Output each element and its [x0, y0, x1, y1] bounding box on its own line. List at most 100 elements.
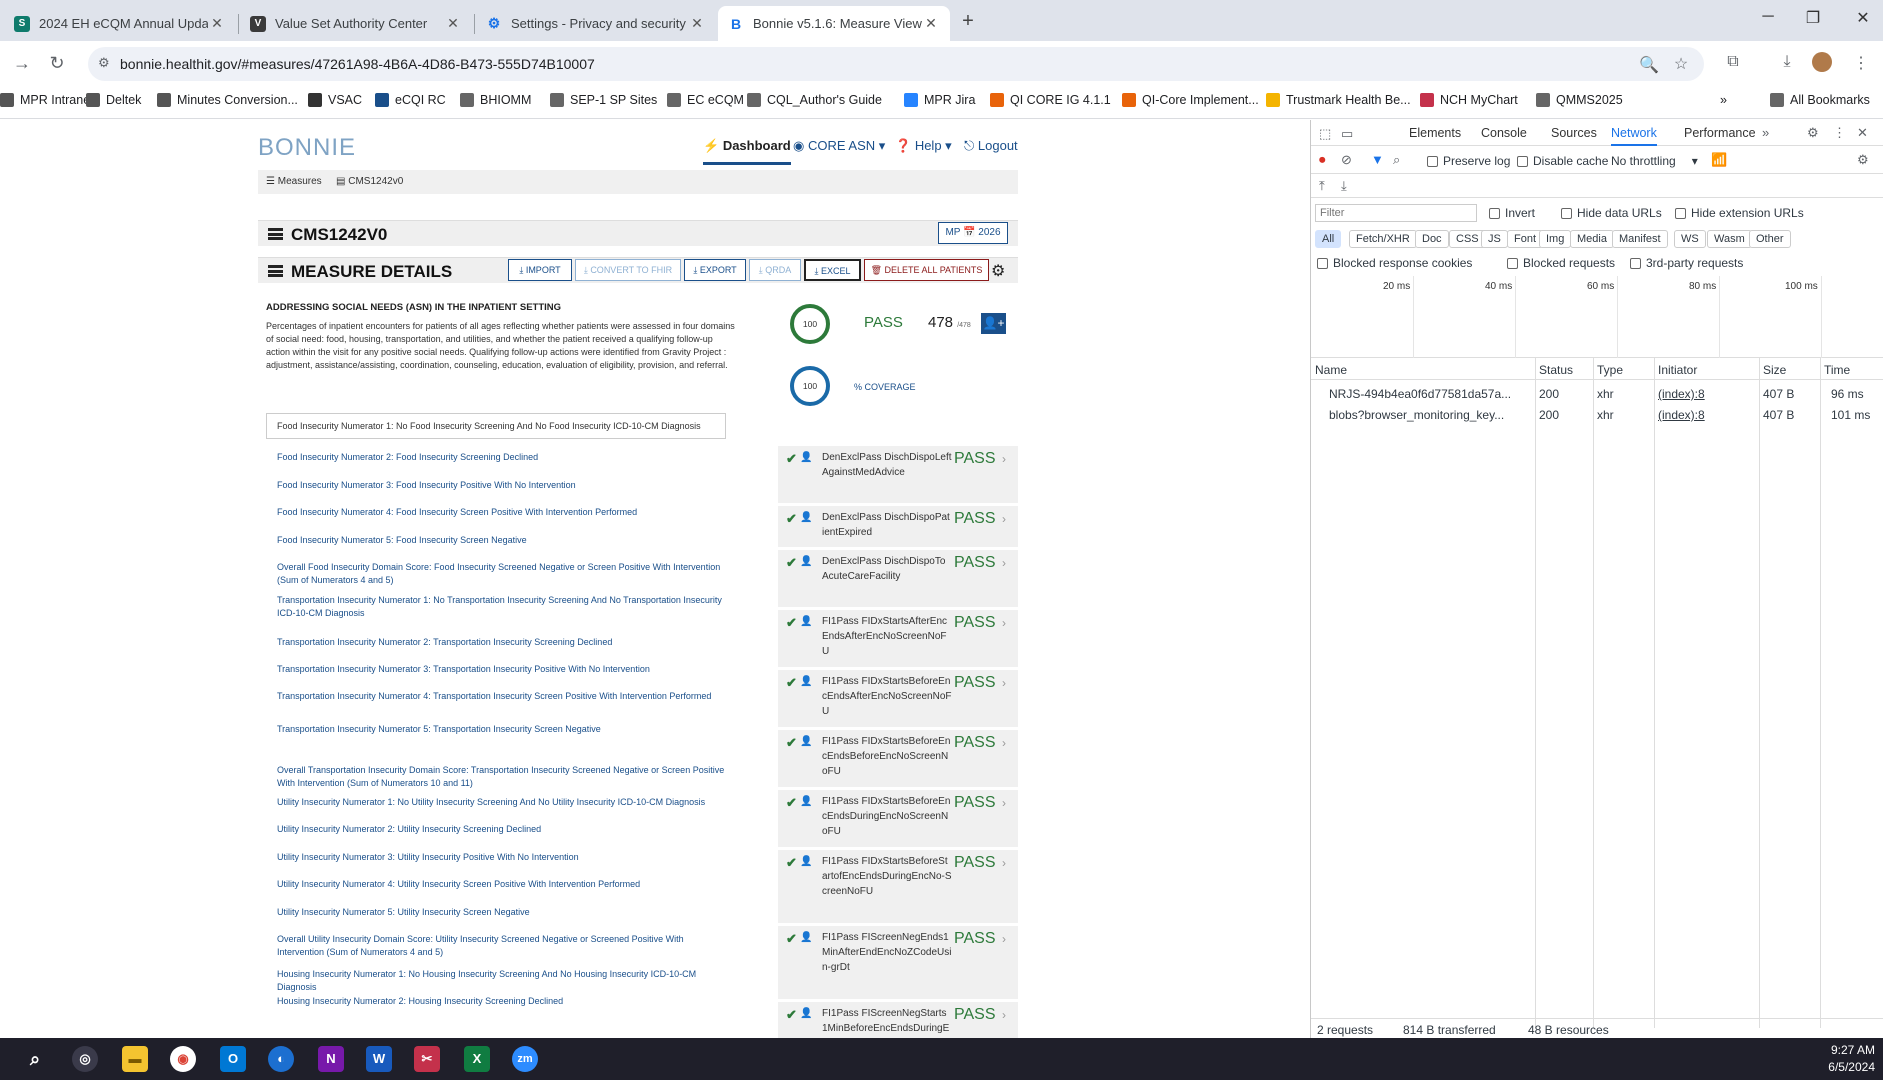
import-har-icon[interactable]: ⤒ [1319, 178, 1325, 194]
disable-cache-checkbox[interactable]: Disable cache [1517, 154, 1608, 168]
patient-row[interactable]: ✔ 👤 FI1Pass FIDxStartsBeforeEncEndsDuringE… [778, 790, 1018, 848]
hide-data-urls-checkbox[interactable]: Hide data URLs [1561, 206, 1662, 220]
gear-icon[interactable]: ⚙ [991, 261, 1005, 281]
chevron-right-icon[interactable]: › [1002, 932, 1006, 946]
reload-icon[interactable]: ↻ [45, 51, 69, 75]
population-item[interactable]: Transportation Insecurity Numerator 1: N… [277, 594, 729, 620]
snipping-icon[interactable]: ✂ [414, 1046, 440, 1072]
population-item[interactable]: Utility Insecurity Numerator 1: No Utili… [277, 796, 729, 809]
patient-row[interactable]: ✔ 👤 FI1Pass FIScreenNegEnds1MinAfterEndEnc… [778, 926, 1018, 1000]
patient-row[interactable]: ✔ 👤 DenExclPass DischDispoToAcuteCareFacil… [778, 550, 1018, 608]
population-item[interactable]: Housing Insecurity Numerator 2: Housing … [277, 995, 729, 1008]
patient-row[interactable]: ✔ 👤 DenExclPass DischDispoPatientExpired PA… [778, 506, 1018, 548]
zoom-icon[interactable]: 🔍 [1638, 55, 1660, 75]
close-icon[interactable]: ✕ [922, 15, 940, 32]
avatar[interactable] [1812, 52, 1832, 72]
close-icon[interactable]: ✕ [208, 15, 226, 32]
system-clock[interactable]: 9:27 AM 6/5/2024 [1828, 1042, 1875, 1076]
patient-row[interactable]: ✔ 👤 FI1Pass FIScreenNegStarts1MinBeforeEnc… [778, 1002, 1018, 1038]
population-item[interactable]: Food Insecurity Numerator 5: Food Insecu… [277, 534, 729, 547]
import-button[interactable]: ⤓ IMPORT [508, 259, 572, 281]
nav-logout[interactable]: ⎋ Logout [964, 138, 1018, 154]
population-item[interactable]: Transportation Insecurity Numerator 5: T… [277, 723, 729, 736]
checkbox[interactable] [1561, 207, 1572, 219]
tab-performance[interactable]: Performance [1684, 126, 1756, 140]
request-row[interactable]: NRJS-494b4ea0f6d77581da57a... 200 xhr (inde… [1311, 384, 1883, 404]
nav-help[interactable]: ❓ Help ▾ [895, 138, 952, 154]
chevron-right-icon[interactable]: › [1002, 512, 1006, 526]
patient-row[interactable]: ✔ 👤 FI1Pass FIDxStartsBeforeStartofEncEnds… [778, 850, 1018, 924]
population-item[interactable]: Overall Transportation Insecurity Domain… [277, 764, 729, 790]
population-item[interactable]: Housing Insecurity Numerator 1: No Housi… [277, 968, 729, 994]
filter-type-doc[interactable]: Doc [1415, 230, 1449, 248]
network-settings-icon[interactable]: ⚙ [1857, 152, 1869, 168]
population-item[interactable]: Utility Insecurity Numerator 2: Utility … [277, 823, 729, 836]
checkbox[interactable] [1675, 207, 1686, 219]
minimize-icon[interactable]: ─ [1748, 8, 1788, 26]
bookmark-item[interactable]: MPR Intranet [0, 93, 94, 107]
clear-icon[interactable]: ⊘ [1341, 152, 1352, 168]
bookmark-item[interactable]: BHIOMM [460, 93, 531, 107]
chevron-right-icon[interactable]: › [1002, 452, 1006, 466]
add-patient-button[interactable]: 👤+ [981, 313, 1006, 334]
zoom-app-icon[interactable]: zm [512, 1046, 538, 1072]
search-icon[interactable]: ⌕ [1393, 152, 1400, 168]
filter-type-js[interactable]: JS [1481, 230, 1508, 248]
checkbox[interactable] [1489, 207, 1500, 219]
request-initiator[interactable]: (index):8 [1658, 387, 1756, 401]
chevron-right-icon[interactable]: › [1002, 616, 1006, 630]
inspect-icon[interactable]: ⬚ [1319, 126, 1331, 142]
menu-dots-icon[interactable]: ⋮ [1833, 125, 1846, 141]
bookmark-item[interactable]: CQL_Author's Guide [747, 93, 882, 107]
restore-icon[interactable]: ❐ [1793, 8, 1833, 28]
checkbox[interactable] [1317, 257, 1328, 269]
third-party-checkbox[interactable]: 3rd-party requests [1630, 256, 1743, 270]
export-button[interactable]: ⤓ EXPORT [684, 259, 746, 281]
chevron-right-icon[interactable]: › [1002, 856, 1006, 870]
bookmark-item[interactable]: QI-Core Implement... [1122, 93, 1259, 107]
word-icon[interactable]: W [366, 1046, 392, 1072]
extensions-icon[interactable]: ⧉ [1722, 53, 1744, 71]
more-tabs-icon[interactable]: » [1762, 125, 1769, 140]
col-size[interactable]: Size [1763, 363, 1786, 377]
menu-dots-icon[interactable]: ⋮ [1850, 53, 1872, 73]
bookmark-item[interactable]: SEP-1 SP Sites [550, 93, 657, 107]
measurement-period-badge[interactable]: MP 📅 2026 [938, 222, 1008, 244]
settings-icon[interactable]: ⚙ [1807, 125, 1819, 141]
population-item[interactable]: Utility Insecurity Numerator 4: Utility … [277, 878, 729, 891]
hide-extension-urls-checkbox[interactable]: Hide extension URLs [1675, 206, 1804, 220]
close-window-icon[interactable]: ✕ [1843, 8, 1883, 28]
site-info-icon[interactable]: ⚙ [98, 55, 110, 71]
col-status[interactable]: Status [1539, 363, 1573, 377]
bookmark-item[interactable]: eCQI RC [375, 93, 446, 107]
chevron-right-icon[interactable]: › [1002, 796, 1006, 810]
nav-dashboard[interactable]: ⚡ Dashboard [703, 138, 791, 165]
population-item[interactable]: Food Insecurity Numerator 3: Food Insecu… [277, 479, 729, 492]
chevron-right-icon[interactable]: › [1002, 1008, 1006, 1022]
filter-type-wasm[interactable]: Wasm [1707, 230, 1752, 248]
filter-type-other[interactable]: Other [1749, 230, 1791, 248]
outlook-icon[interactable]: O [220, 1046, 246, 1072]
more-bookmarks-icon[interactable]: » [1720, 93, 1727, 107]
checkbox[interactable] [1427, 155, 1438, 167]
throttling-select[interactable]: No throttling ▾ [1611, 154, 1698, 168]
filter-type-manifest[interactable]: Manifest [1612, 230, 1668, 248]
chat-icon[interactable]: ◐ [268, 1046, 294, 1072]
filter-type-font[interactable]: Font [1507, 230, 1544, 248]
invert-checkbox[interactable]: Invert [1489, 206, 1535, 220]
export-har-icon[interactable]: ⤓ [1341, 178, 1347, 194]
patient-row[interactable]: ✔ 👤 FI1Pass FIDxStartsAfterEncEndsAfterEnc… [778, 610, 1018, 668]
qrda-button[interactable]: ⤓ QRDA [749, 259, 801, 281]
app-icon[interactable]: ◎ [72, 1046, 98, 1072]
close-icon[interactable]: ✕ [444, 15, 462, 32]
network-conditions-icon[interactable]: 📶 [1711, 152, 1727, 168]
close-icon[interactable]: ✕ [1857, 125, 1868, 141]
chevron-right-icon[interactable]: › [1002, 676, 1006, 690]
bookmark-item[interactable]: QI CORE IG 4.1.1 [990, 93, 1111, 107]
checkbox[interactable] [1630, 257, 1641, 269]
chevron-right-icon[interactable]: › [1002, 736, 1006, 750]
tab-vsac[interactable]: V Value Set Authority Center ✕ [240, 6, 472, 41]
bonnie-logo[interactable]: BONNIE [258, 134, 356, 162]
bookmark-item[interactable]: Trustmark Health Be... [1266, 93, 1411, 107]
population-item[interactable]: Utility Insecurity Numerator 3: Utility … [277, 851, 729, 864]
